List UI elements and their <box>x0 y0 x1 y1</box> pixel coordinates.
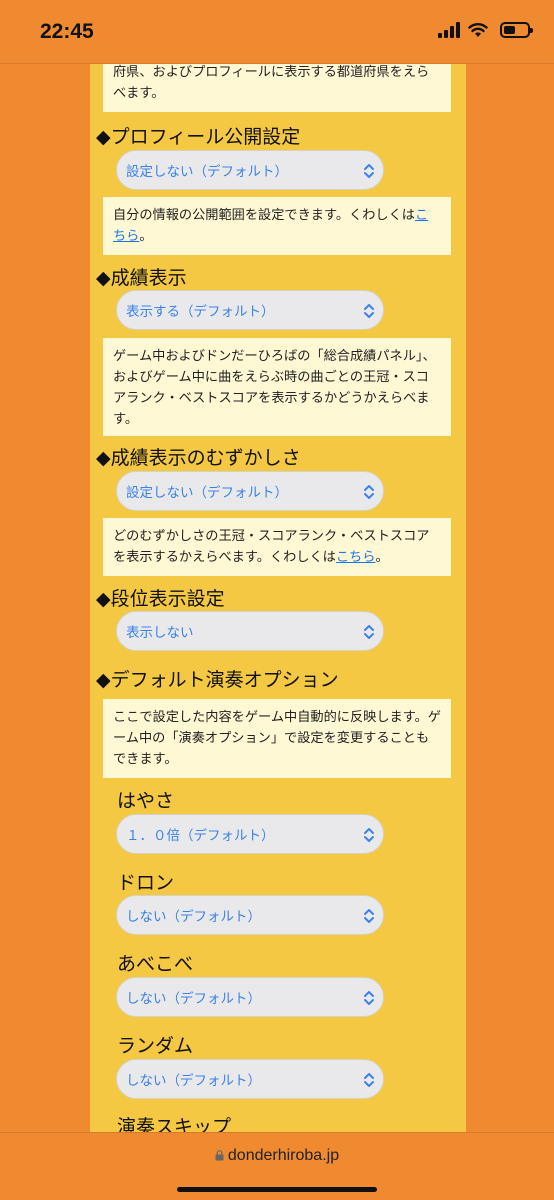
lock-icon <box>215 1150 224 1161</box>
random-select[interactable]: しない（デフォルト） <box>116 1059 384 1099</box>
status-bar: 22:45 <box>0 0 554 64</box>
doron-label: ドロン <box>117 872 175 894</box>
speed-select[interactable]: １．０倍（デフォルト） <box>116 814 384 854</box>
chevron-up-down-icon <box>364 304 374 318</box>
score-difficulty-info-suffix: 。 <box>375 550 389 565</box>
url-display[interactable]: donderhiroba.jp <box>0 1147 554 1165</box>
skip-label: 演奏スキップ <box>117 1116 232 1132</box>
score-display-select[interactable]: 表示する（デフォルト） <box>116 290 384 330</box>
speed-label: はやさ <box>117 790 175 812</box>
browser-address-bar[interactable]: donderhiroba.jp <box>0 1132 554 1200</box>
abekobe-select[interactable]: しない（デフォルト） <box>116 977 384 1017</box>
score-difficulty-select[interactable]: 設定しない（デフォルト） <box>116 471 384 511</box>
dan-display-heading: ◆段位表示設定 <box>96 588 225 610</box>
default-options-heading: ◆デフォルト演奏オプション <box>96 669 339 691</box>
score-display-select-value: 表示する（デフォルト） <box>126 304 275 320</box>
prefecture-info-box: 府県、およびプロフィールに表示する都道府県をえらべます。 <box>103 64 451 112</box>
score-difficulty-select-value: 設定しない（デフォルト） <box>126 485 288 501</box>
score-display-info-text: ゲーム中およびドンだーひろばの「総合成績パネル」、およびゲーム中に曲をえらぶ時の… <box>113 349 436 427</box>
profile-public-select[interactable]: 設定しない（デフォルト） <box>116 150 384 190</box>
battery-icon <box>500 22 533 38</box>
chevron-up-down-icon <box>364 991 374 1005</box>
default-options-info-box: ここで設定した内容をゲーム中自動的に反映します。ゲーム中の「演奏オプション」で設… <box>103 699 451 778</box>
dan-display-select-value: 表示しない <box>126 625 194 641</box>
doron-select[interactable]: しない（デフォルト） <box>116 895 384 935</box>
wifi-icon <box>468 23 488 37</box>
chevron-up-down-icon <box>364 625 374 639</box>
profile-public-info-text: 自分の情報の公開範囲を設定できます。くわしくは <box>113 208 415 223</box>
profile-public-select-value: 設定しない（デフォルト） <box>126 164 288 180</box>
score-display-info-box: ゲーム中およびドンだーひろばの「総合成績パネル」、およびゲーム中に曲をえらぶ時の… <box>103 338 451 436</box>
score-difficulty-info-box: どのむずかしさの王冠・スコアランク・ベストスコアを表示するかえらべます。くわしく… <box>103 518 451 576</box>
chevron-up-down-icon <box>364 1073 374 1087</box>
profile-public-info-suffix: 。 <box>139 229 153 244</box>
status-icons <box>438 22 533 38</box>
profile-public-heading: ◆プロフィール公開設定 <box>96 126 301 148</box>
prefecture-info-text: 府県、およびプロフィールに表示する都道府県をえらべます。 <box>113 65 430 101</box>
chevron-up-down-icon <box>364 164 374 178</box>
random-select-value: しない（デフォルト） <box>126 1073 261 1089</box>
settings-panel: 府県、およびプロフィールに表示する都道府県をえらべます。 ◆プロフィール公開設定… <box>90 64 466 1132</box>
speed-select-value: １．０倍（デフォルト） <box>126 828 275 844</box>
default-options-info-text: ここで設定した内容をゲーム中自動的に反映します。ゲーム中の「演奏オプション」で設… <box>113 710 441 767</box>
score-display-heading: ◆成績表示 <box>96 267 187 289</box>
random-label: ランダム <box>117 1035 194 1057</box>
score-difficulty-more-link[interactable]: こちら <box>336 550 376 565</box>
chevron-up-down-icon <box>364 909 374 923</box>
url-text: donderhiroba.jp <box>227 1147 340 1164</box>
cellular-signal-icon <box>438 22 460 38</box>
chevron-up-down-icon <box>364 485 374 499</box>
score-difficulty-heading: ◆成績表示のむずかしさ <box>96 447 301 469</box>
abekobe-label: あべこべ <box>117 953 194 975</box>
status-time: 22:45 <box>40 20 94 43</box>
chevron-up-down-icon <box>364 828 374 842</box>
doron-select-value: しない（デフォルト） <box>126 909 261 925</box>
profile-public-info-box: 自分の情報の公開範囲を設定できます。くわしくはこちら。 <box>103 197 451 255</box>
abekobe-select-value: しない（デフォルト） <box>126 991 261 1007</box>
home-indicator[interactable] <box>177 1187 377 1192</box>
dan-display-select[interactable]: 表示しない <box>116 611 384 651</box>
